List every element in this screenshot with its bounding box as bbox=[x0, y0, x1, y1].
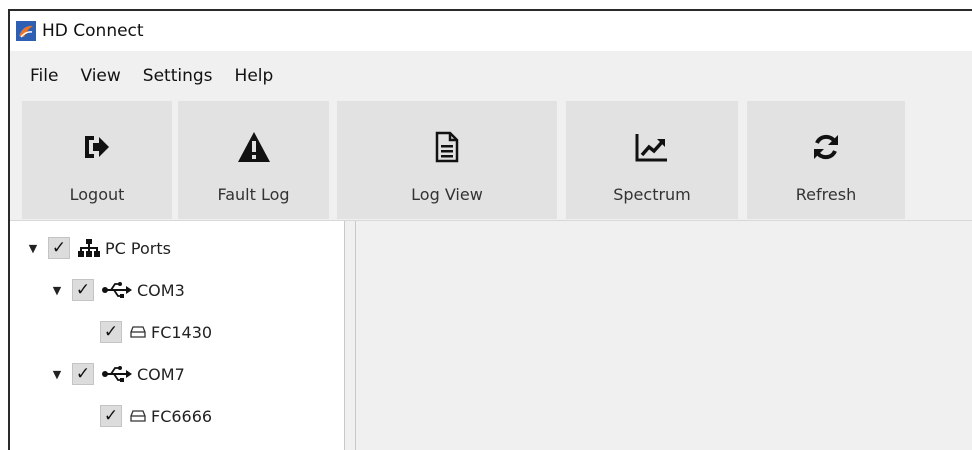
refresh-icon bbox=[811, 131, 841, 163]
checkbox[interactable]: ✓ bbox=[100, 405, 122, 427]
spectrum-button[interactable]: Spectrum bbox=[566, 101, 738, 219]
checkbox[interactable]: ✓ bbox=[48, 237, 70, 259]
usb-icon bbox=[102, 366, 132, 382]
fault-log-label: Fault Log bbox=[217, 185, 290, 204]
document-icon bbox=[435, 131, 459, 163]
tree-node-com7[interactable]: ▼ ✓ COM7 bbox=[50, 359, 185, 389]
menu-view[interactable]: View bbox=[80, 66, 120, 86]
toolbar: Logout Fault Log Log View Spectrum Refre… bbox=[10, 101, 972, 221]
refresh-button[interactable]: Refresh bbox=[747, 101, 905, 219]
tree-node-label: FC1430 bbox=[151, 322, 213, 342]
drive-icon bbox=[130, 410, 146, 422]
app-logo-icon bbox=[16, 21, 36, 41]
usb-icon bbox=[102, 282, 132, 298]
logout-icon bbox=[83, 131, 111, 163]
tree-node-fc6666[interactable]: ✓ FC6666 bbox=[100, 401, 212, 431]
content-pane bbox=[356, 221, 972, 450]
expand-arrow-icon[interactable]: ▼ bbox=[26, 242, 40, 255]
tree-node-pc-ports[interactable]: ▼ ✓ PC Ports bbox=[26, 233, 171, 263]
menu-help[interactable]: Help bbox=[235, 66, 274, 86]
log-view-label: Log View bbox=[411, 185, 483, 204]
menu-bar: File View Settings Help bbox=[10, 51, 972, 101]
menu-file[interactable]: File bbox=[30, 66, 58, 86]
spectrum-label: Spectrum bbox=[613, 185, 691, 204]
tree-node-label: COM3 bbox=[137, 280, 185, 300]
expand-arrow-icon[interactable]: ▼ bbox=[50, 368, 64, 381]
expand-arrow-icon[interactable]: ▼ bbox=[50, 284, 64, 297]
window-title: HD Connect bbox=[42, 21, 144, 41]
menu-settings[interactable]: Settings bbox=[143, 66, 213, 86]
fault-log-button[interactable]: Fault Log bbox=[178, 101, 329, 219]
tree-node-label: FC6666 bbox=[151, 406, 213, 426]
warning-icon bbox=[237, 131, 271, 163]
app-window: HD Connect File View Settings Help Logou… bbox=[8, 9, 972, 450]
pane-splitter[interactable] bbox=[344, 221, 356, 450]
logout-button[interactable]: Logout bbox=[22, 101, 172, 219]
refresh-label: Refresh bbox=[795, 185, 857, 204]
checkbox[interactable]: ✓ bbox=[100, 321, 122, 343]
tree-node-com3[interactable]: ▼ ✓ COM3 bbox=[50, 275, 185, 305]
tree-node-fc1430[interactable]: ✓ FC1430 bbox=[100, 317, 212, 347]
checkbox[interactable]: ✓ bbox=[72, 363, 94, 385]
network-icon bbox=[78, 238, 100, 258]
tree-node-label: PC Ports bbox=[105, 238, 171, 258]
port-tree: ▼ ✓ PC Ports ▼ ✓ COM3 ✓ FC1430 ▼ ✓ COM7 … bbox=[10, 221, 344, 450]
tree-node-label: COM7 bbox=[137, 364, 185, 384]
drive-icon bbox=[130, 326, 146, 338]
title-bar: HD Connect bbox=[10, 11, 972, 51]
line-chart-icon bbox=[635, 131, 669, 163]
logout-label: Logout bbox=[69, 185, 125, 204]
log-view-button[interactable]: Log View bbox=[337, 101, 557, 219]
checkbox[interactable]: ✓ bbox=[72, 279, 94, 301]
